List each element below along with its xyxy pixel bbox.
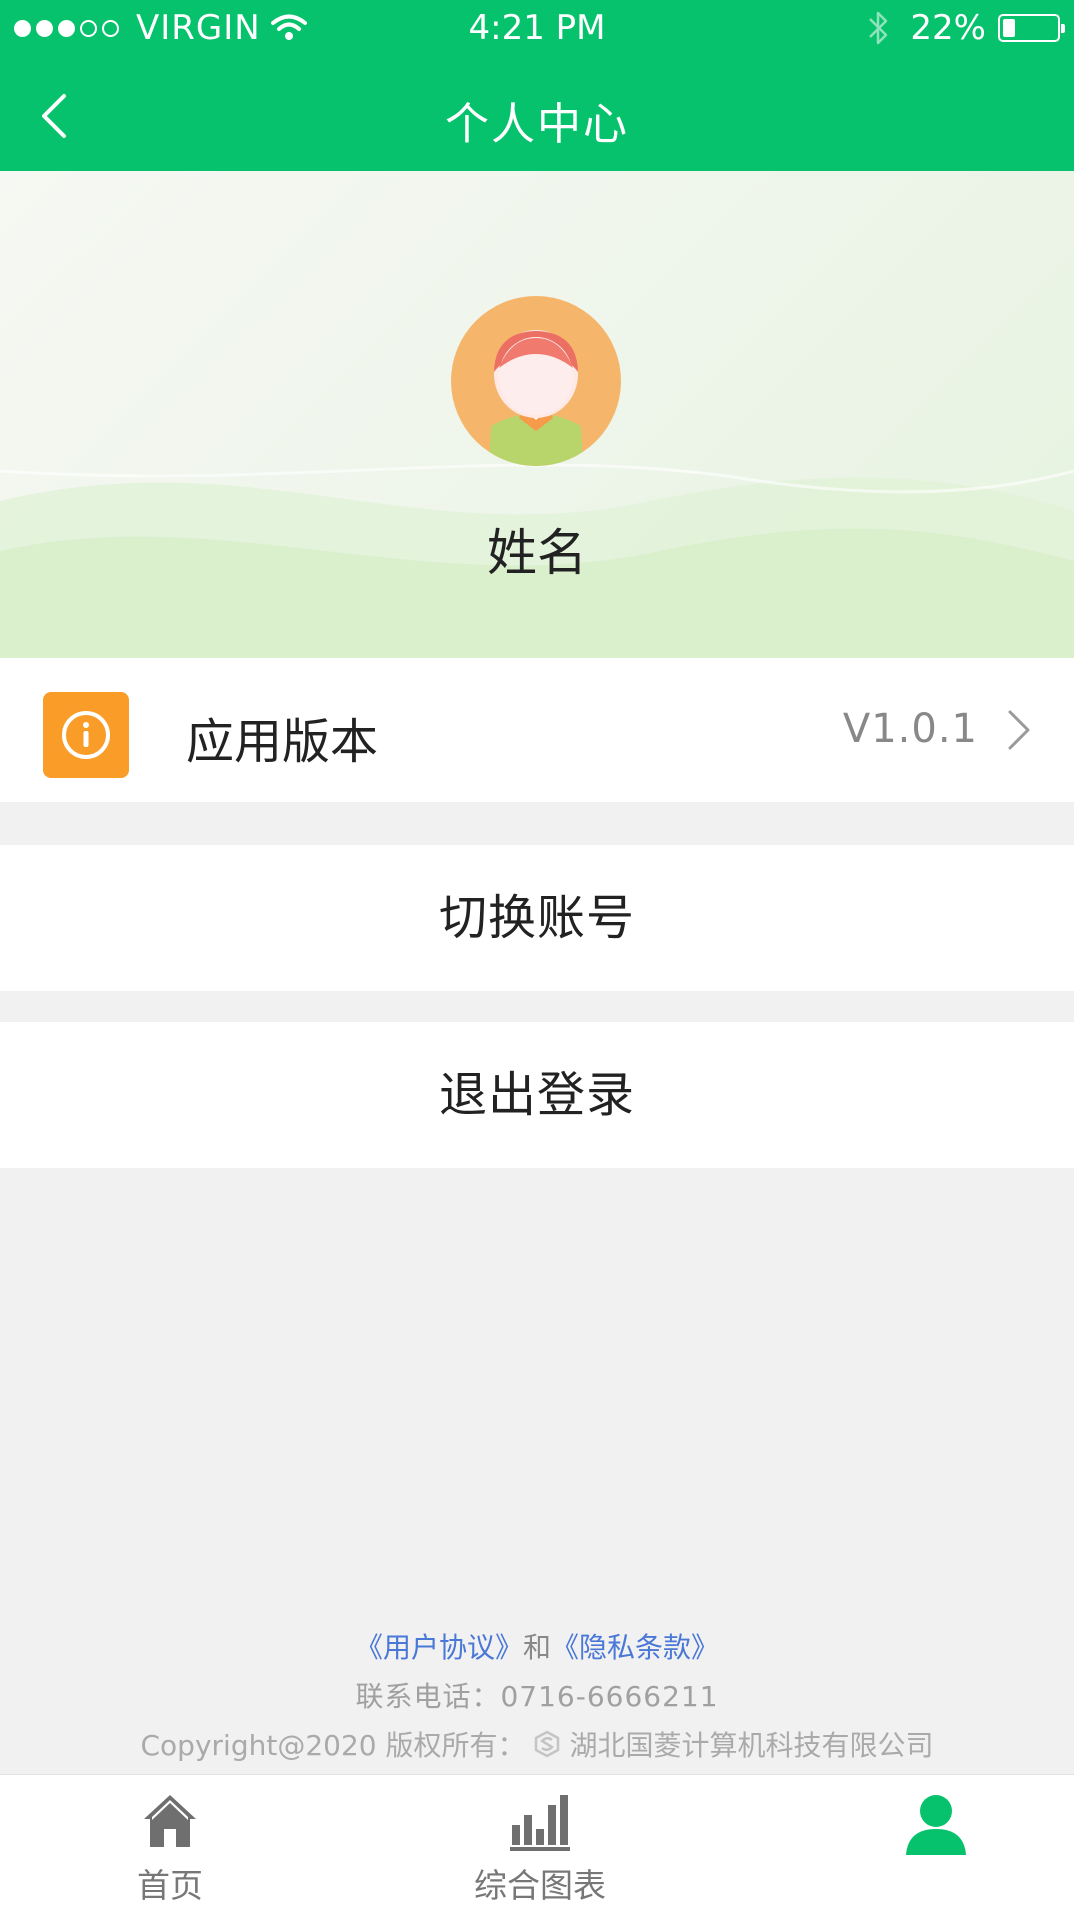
- person-icon: [906, 1795, 966, 1855]
- user-agreement-link[interactable]: 《用户协议》: [355, 1631, 523, 1664]
- page-title: 个人中心: [445, 99, 629, 150]
- profile-header: 姓名: [0, 171, 1074, 658]
- legal-links: 《用户协议》和《隐私条款》: [0, 1626, 1074, 1666]
- and-text: 和: [522, 1631, 551, 1664]
- logout-button[interactable]: 退出登录: [0, 1022, 1074, 1168]
- tab-charts-label: 综合图表: [474, 1866, 606, 1905]
- app-version-label: 应用版本: [186, 714, 379, 770]
- top-bar: VIRGIN 4:21 PM 22% 个人中心: [0, 0, 1074, 171]
- status-right: 22%: [866, 8, 1065, 48]
- info-icon: [43, 692, 129, 778]
- app-version-row[interactable]: 应用版本 V1.0.1: [0, 658, 1074, 802]
- battery-percent: 22%: [910, 8, 986, 48]
- contact-phone: 联系电话：0716-6666211: [355, 1680, 719, 1713]
- user-avatar-icon: [489, 330, 583, 466]
- tab-me[interactable]: [834, 1775, 1034, 1914]
- tab-home-label: 首页: [137, 1866, 203, 1905]
- tab-home[interactable]: 首页: [70, 1775, 270, 1914]
- battery-icon: [998, 14, 1065, 42]
- nav-bar: 个人中心: [0, 58, 1074, 171]
- app-version-value: V1.0.1: [842, 706, 978, 752]
- privacy-policy-link[interactable]: 《隐私条款》: [551, 1631, 719, 1664]
- avatar[interactable]: [451, 296, 621, 466]
- copyright-text: Copyright@2020 版权所有：: [140, 1729, 526, 1762]
- bar-chart-icon: [510, 1795, 570, 1851]
- status-bar: VIRGIN 4:21 PM 22%: [0, 0, 1074, 58]
- switch-account-label: 切换账号: [438, 890, 635, 946]
- company-logo-icon: [535, 1730, 560, 1758]
- bluetooth-icon: [869, 11, 888, 45]
- logout-label: 退出登录: [438, 1067, 635, 1123]
- company-name: 湖北国菱计算机科技有限公司: [569, 1729, 934, 1762]
- user-name: 姓名: [487, 524, 587, 582]
- chevron-right-icon: [1008, 710, 1030, 750]
- tab-charts[interactable]: 综合图表: [440, 1775, 640, 1914]
- switch-account-button[interactable]: 切换账号: [0, 845, 1074, 991]
- tab-bar: 首页 综合图表: [0, 1774, 1074, 1914]
- battery-fill: [1003, 19, 1015, 37]
- copyright: Copyright@2020 版权所有： 湖北国菱计算机科技有限公司: [0, 1724, 1074, 1764]
- home-icon: [144, 1795, 196, 1847]
